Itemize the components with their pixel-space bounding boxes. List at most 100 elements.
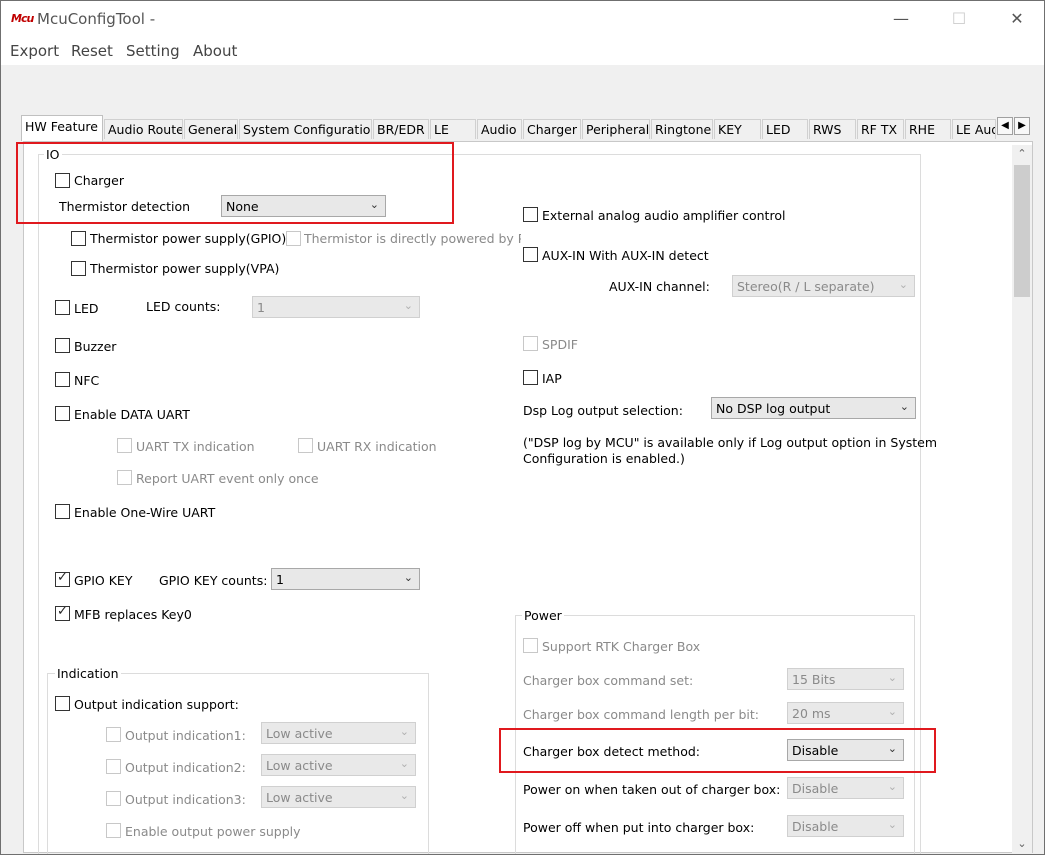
tab-audio[interactable]: Audio [477, 119, 522, 139]
cmd-set-select[interactable]: 15 Bits ⌄ [787, 668, 904, 690]
nfc-checkbox[interactable] [55, 372, 70, 387]
output-indication1-checkbox[interactable] [106, 727, 121, 742]
led-counts-value: 1 [257, 300, 265, 315]
buzzer-checkbox[interactable] [55, 338, 70, 353]
data-uart-checkbox[interactable] [55, 406, 70, 421]
tab-scroll-right-icon[interactable]: ▶ [1014, 117, 1030, 135]
tab-le[interactable]: LE [430, 119, 476, 139]
gpio-key-counts-value: 1 [276, 572, 284, 587]
aux-in-label: AUX-IN With AUX-IN detect [542, 248, 709, 263]
cmd-set-value: 15 Bits [792, 672, 836, 687]
spdif-label: SPDIF [542, 337, 578, 352]
cmd-length-value: 20 ms [792, 706, 831, 721]
tab-br-edr[interactable]: BR/EDR [373, 119, 429, 139]
gpio-key-label: GPIO KEY [74, 573, 133, 588]
output-indication2-checkbox[interactable] [106, 759, 121, 774]
thermistor-gpio-checkbox[interactable] [71, 231, 86, 246]
gpio-key-counts-select[interactable]: 1 ⌄ [271, 568, 420, 590]
app-window: Mcu McuConfigTool - — ☐ ✕ Export Reset S… [0, 0, 1045, 855]
highlight-box-detect-method [499, 728, 936, 773]
tab-hw-feature[interactable]: HW Feature [21, 115, 103, 141]
uart-tx-label: UART TX indication [136, 439, 255, 454]
scrollbar-thumb[interactable] [1014, 165, 1030, 297]
rtk-charger-box-checkbox[interactable] [523, 638, 538, 653]
tab-general[interactable]: General [184, 119, 238, 139]
led-checkbox[interactable] [55, 300, 70, 315]
led-counts-label: LED counts: [146, 299, 221, 314]
thermistor-pad-label: Thermistor is directly powered by PAD [304, 231, 521, 246]
gpio-key-checkbox[interactable] [55, 570, 70, 587]
chevron-down-icon: ⌄ [899, 400, 909, 413]
tab-key[interactable]: KEY [714, 119, 761, 139]
power-on-value: Disable [792, 781, 839, 796]
dsp-log-select[interactable]: No DSP log output ⌄ [711, 397, 916, 419]
menu-setting[interactable]: Setting [126, 42, 180, 60]
tab-rws[interactable]: RWS [809, 119, 856, 139]
chevron-down-icon: ⌄ [887, 705, 897, 718]
uart-tx-checkbox[interactable] [117, 438, 132, 453]
output-indication1-label: Output indication1: [125, 728, 246, 743]
tab-peripheral[interactable]: Peripheral [582, 119, 650, 139]
output-indication-support-checkbox[interactable] [55, 696, 70, 711]
aux-channel-select[interactable]: Stereo(R / L separate) ⌄ [732, 275, 915, 297]
iap-checkbox[interactable] [523, 370, 538, 385]
indication-group-title: Indication [55, 666, 121, 681]
iap-label: IAP [542, 371, 562, 386]
one-wire-uart-checkbox[interactable] [55, 504, 70, 519]
led-counts-select[interactable]: 1 ⌄ [252, 296, 420, 318]
aux-in-checkbox[interactable] [523, 247, 538, 262]
mfb-checkbox[interactable] [55, 604, 70, 621]
output-indication2-select[interactable]: Low active ⌄ [261, 754, 416, 776]
output-indication1-select[interactable]: Low active ⌄ [261, 722, 416, 744]
uart-rx-checkbox[interactable] [298, 438, 313, 453]
thermistor-vpa-checkbox[interactable] [71, 261, 86, 276]
dsp-log-label: Dsp Log output selection: [523, 403, 683, 418]
output-indication-support-label: Output indication support: [74, 697, 239, 712]
title-bar: Mcu McuConfigTool - — ☐ ✕ [1, 1, 1044, 39]
output-power-supply-label: Enable output power supply [125, 824, 301, 839]
thermistor-pad-checkbox[interactable] [286, 231, 301, 246]
power-on-select[interactable]: Disable ⌄ [787, 777, 904, 799]
chevron-down-icon: ⌄ [399, 757, 409, 770]
output-power-supply-checkbox[interactable] [106, 823, 121, 838]
report-uart-checkbox[interactable] [117, 470, 132, 485]
spdif-checkbox[interactable] [523, 336, 538, 351]
cmd-length-select[interactable]: 20 ms ⌄ [787, 702, 904, 724]
dsp-note-line2: Configuration is enabled.) [523, 451, 685, 466]
tab-rhe[interactable]: RHE [905, 119, 951, 139]
thermistor-vpa-label: Thermistor power supply(VPA) [90, 261, 280, 276]
report-uart-label: Report UART event only once [136, 471, 319, 486]
menu-reset[interactable]: Reset [71, 42, 113, 60]
output-indication3-label: Output indication3: [125, 792, 246, 807]
tab-charger[interactable]: Charger [523, 119, 581, 139]
chevron-down-icon: ⌄ [403, 571, 413, 584]
tab-system-configuration[interactable]: System Configuration [239, 119, 372, 139]
tab-le-audio[interactable]: LE Aud [952, 119, 996, 139]
tab-rf-tx[interactable]: RF TX [857, 119, 904, 139]
output-indication3-select[interactable]: Low active ⌄ [261, 786, 416, 808]
data-uart-label: Enable DATA UART [74, 407, 190, 422]
ext-amp-label: External analog audio amplifier control [542, 208, 786, 223]
scroll-down-icon[interactable]: ⌄ [1015, 837, 1029, 850]
chevron-down-icon: ⌄ [898, 278, 908, 291]
power-off-select[interactable]: Disable ⌄ [787, 815, 904, 837]
chevron-down-icon: ⌄ [399, 789, 409, 802]
menu-export[interactable]: Export [10, 42, 59, 60]
tab-led[interactable]: LED [762, 119, 808, 139]
output-indication2-value: Low active [266, 758, 333, 773]
output-indication3-checkbox[interactable] [106, 791, 121, 806]
scroll-up-icon[interactable]: ⌃ [1015, 147, 1029, 160]
tab-scroll-left-icon[interactable]: ◀ [997, 117, 1013, 135]
minimize-button[interactable]: — [886, 9, 916, 28]
thermistor-pad-clip: Thermistor is directly powered by PAD [304, 229, 521, 249]
maximize-button[interactable]: ☐ [944, 9, 974, 28]
ext-amp-checkbox[interactable] [523, 207, 538, 222]
tab-ringtone[interactable]: Ringtone [651, 119, 713, 139]
menu-about[interactable]: About [193, 42, 237, 60]
output-indication3-value: Low active [266, 790, 333, 805]
cmd-set-label: Charger box command set: [523, 673, 694, 688]
close-button[interactable]: ✕ [1002, 9, 1032, 28]
vertical-scrollbar[interactable]: ⌃ ⌄ [1012, 145, 1032, 854]
tab-audio-route[interactable]: Audio Route [104, 119, 183, 139]
aux-channel-value: Stereo(R / L separate) [737, 279, 875, 294]
